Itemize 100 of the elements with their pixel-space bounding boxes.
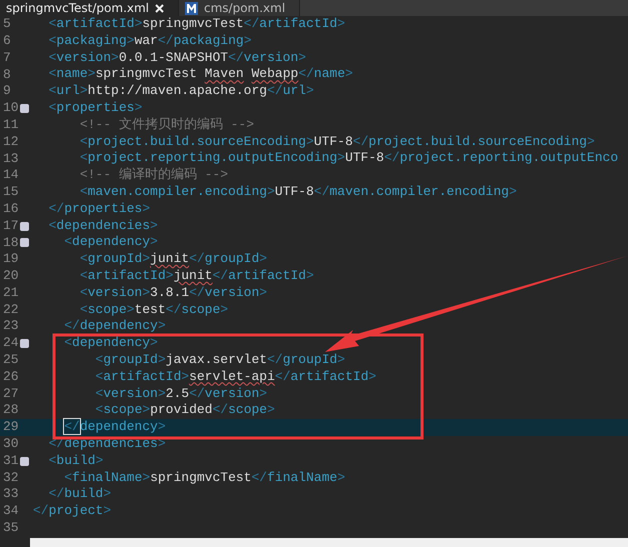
- element-value: Webapp: [252, 66, 298, 84]
- xml-tag: <artifactId>: [80, 268, 174, 285]
- line-number: 5: [3, 16, 11, 33]
- xml-tag: </dependency>: [64, 318, 166, 336]
- element-value: javax.servlet: [166, 352, 268, 369]
- line-number: 10: [3, 100, 19, 117]
- xml-tag: </version>: [228, 50, 306, 66]
- line-number: 29: [3, 419, 19, 436]
- xml-tag: </build>: [48, 486, 112, 504]
- element-value: junit: [173, 268, 212, 285]
- xml-tag: <version>: [80, 284, 150, 302]
- editor-tab[interactable]: springmvcTest/pom.xml: [0, 0, 180, 16]
- line-number: 33: [3, 486, 19, 503]
- xml-tag: <scope>: [80, 302, 134, 318]
- close-icon[interactable]: [155, 4, 164, 12]
- element-value: Maven: [204, 66, 244, 84]
- xml-tag: <groupId>: [80, 251, 150, 268]
- line-number: 19: [3, 251, 19, 268]
- editor-tab[interactable]: cms/pom.xml: [179, 0, 300, 16]
- line-number: 6: [3, 32, 11, 50]
- line-number: 17: [3, 218, 19, 234]
- xml-tag: </finalName>: [251, 470, 346, 486]
- xml-tag: </properties>: [48, 200, 150, 218]
- line-number: 11: [3, 116, 19, 134]
- xml-tag: </url>: [267, 83, 314, 100]
- element-value: provided: [150, 402, 212, 420]
- line-number: 28: [3, 402, 19, 419]
- line-number: 12: [3, 134, 19, 150]
- fold-toggle-icon[interactable]: [20, 339, 29, 348]
- line-number: 18: [3, 234, 19, 251]
- fold-toggle-icon[interactable]: [20, 456, 29, 466]
- xml-tag: </scope>: [166, 302, 228, 318]
- xml-tag: </version>: [189, 284, 268, 302]
- xml-tag: <dependencies>: [48, 218, 158, 234]
- xml-tag: </dependency>: [64, 419, 166, 436]
- xml-tag: </maven.compiler.encoding>: [314, 184, 517, 201]
- xml-tag: </project.reporting.outputEnco: [384, 150, 618, 168]
- xml-tag: <name>: [48, 66, 96, 84]
- file-icon: [185, 2, 198, 14]
- xml-tag: </scope>: [212, 402, 275, 420]
- fold-toggle-icon[interactable]: [20, 222, 29, 231]
- xml-tag: <dependency>: [64, 234, 158, 252]
- line-number: 25: [3, 352, 19, 369]
- line-number: 15: [3, 184, 19, 201]
- element-value: http://maven.apache.org: [88, 83, 268, 100]
- element-value: 2.5: [166, 386, 190, 402]
- line-number: 31: [3, 452, 19, 470]
- element-value: UTF-8: [345, 150, 384, 168]
- element-value: test: [134, 302, 166, 318]
- xml-tag: <groupId>: [95, 352, 166, 369]
- line-number: 35: [3, 520, 19, 537]
- xml-tag: <artifactId>: [48, 16, 142, 33]
- xml-tag: <packaging>: [48, 32, 134, 50]
- element-value: 0.0.1-SNAPSHOT: [118, 50, 228, 66]
- line-number: 27: [3, 386, 19, 402]
- xml-tag: </project>: [33, 503, 112, 520]
- xml-tag: <properties>: [48, 100, 142, 117]
- element-value: springmvcTest: [95, 66, 198, 84]
- line-number: 14: [3, 167, 19, 184]
- xml-tag: </artifactId>: [274, 368, 376, 386]
- line-number: 20: [3, 268, 19, 285]
- element-value: junit: [150, 251, 190, 268]
- xml-tag: </project.build.sourceEncoding>: [352, 134, 595, 150]
- xml-tag: </version>: [189, 386, 268, 402]
- line-number: 30: [3, 436, 19, 453]
- xml-tag: <dependency>: [64, 335, 158, 352]
- element-value: UTF-8: [274, 184, 314, 201]
- xml-tag: </groupId>: [189, 251, 268, 268]
- xml-tag: </artifactId>: [244, 16, 346, 33]
- line-number: 23: [3, 318, 19, 335]
- fold-toggle-icon[interactable]: [20, 238, 29, 248]
- xml-tag: <scope>: [95, 402, 150, 420]
- line-number: 24: [3, 335, 19, 352]
- xml-tag: <url>: [48, 83, 88, 100]
- xml-tag: <project.reporting.outputEncoding>: [80, 150, 346, 168]
- line-number: 32: [3, 470, 19, 486]
- xml-tag: <maven.compiler.encoding>: [80, 184, 275, 201]
- line-number: 34: [3, 503, 19, 520]
- fold-toggle-icon[interactable]: [20, 104, 29, 113]
- xml-tag: </packaging>: [158, 32, 252, 50]
- xml-tag: </groupId>: [267, 352, 346, 369]
- element-value: war: [134, 32, 158, 50]
- line-number: 8: [3, 66, 11, 84]
- code-comment: <!-- 文件拷贝时的编码 -->: [80, 116, 254, 134]
- code-comment: <!-- 编译时的编码 -->: [80, 167, 228, 184]
- xml-tag: </artifactId>: [212, 268, 314, 285]
- element-value: springmvcTest: [142, 16, 244, 33]
- line-number: 26: [3, 368, 19, 386]
- line-number: 13: [3, 150, 19, 168]
- xml-tag: <version>: [48, 50, 119, 66]
- xml-tag: <finalName>: [64, 470, 150, 486]
- line-number: 22: [3, 302, 19, 318]
- element-value: 3.8.1: [150, 284, 190, 302]
- element-value: servlet-api: [189, 368, 275, 386]
- line-number: 21: [3, 284, 19, 302]
- element-value: UTF-8: [314, 134, 353, 150]
- xml-tag: </name>: [298, 66, 353, 84]
- horizontal-scrollbar[interactable]: [30, 538, 628, 547]
- xml-tag: <build>: [48, 452, 104, 470]
- xml-tag: <project.build.sourceEncoding>: [80, 134, 314, 150]
